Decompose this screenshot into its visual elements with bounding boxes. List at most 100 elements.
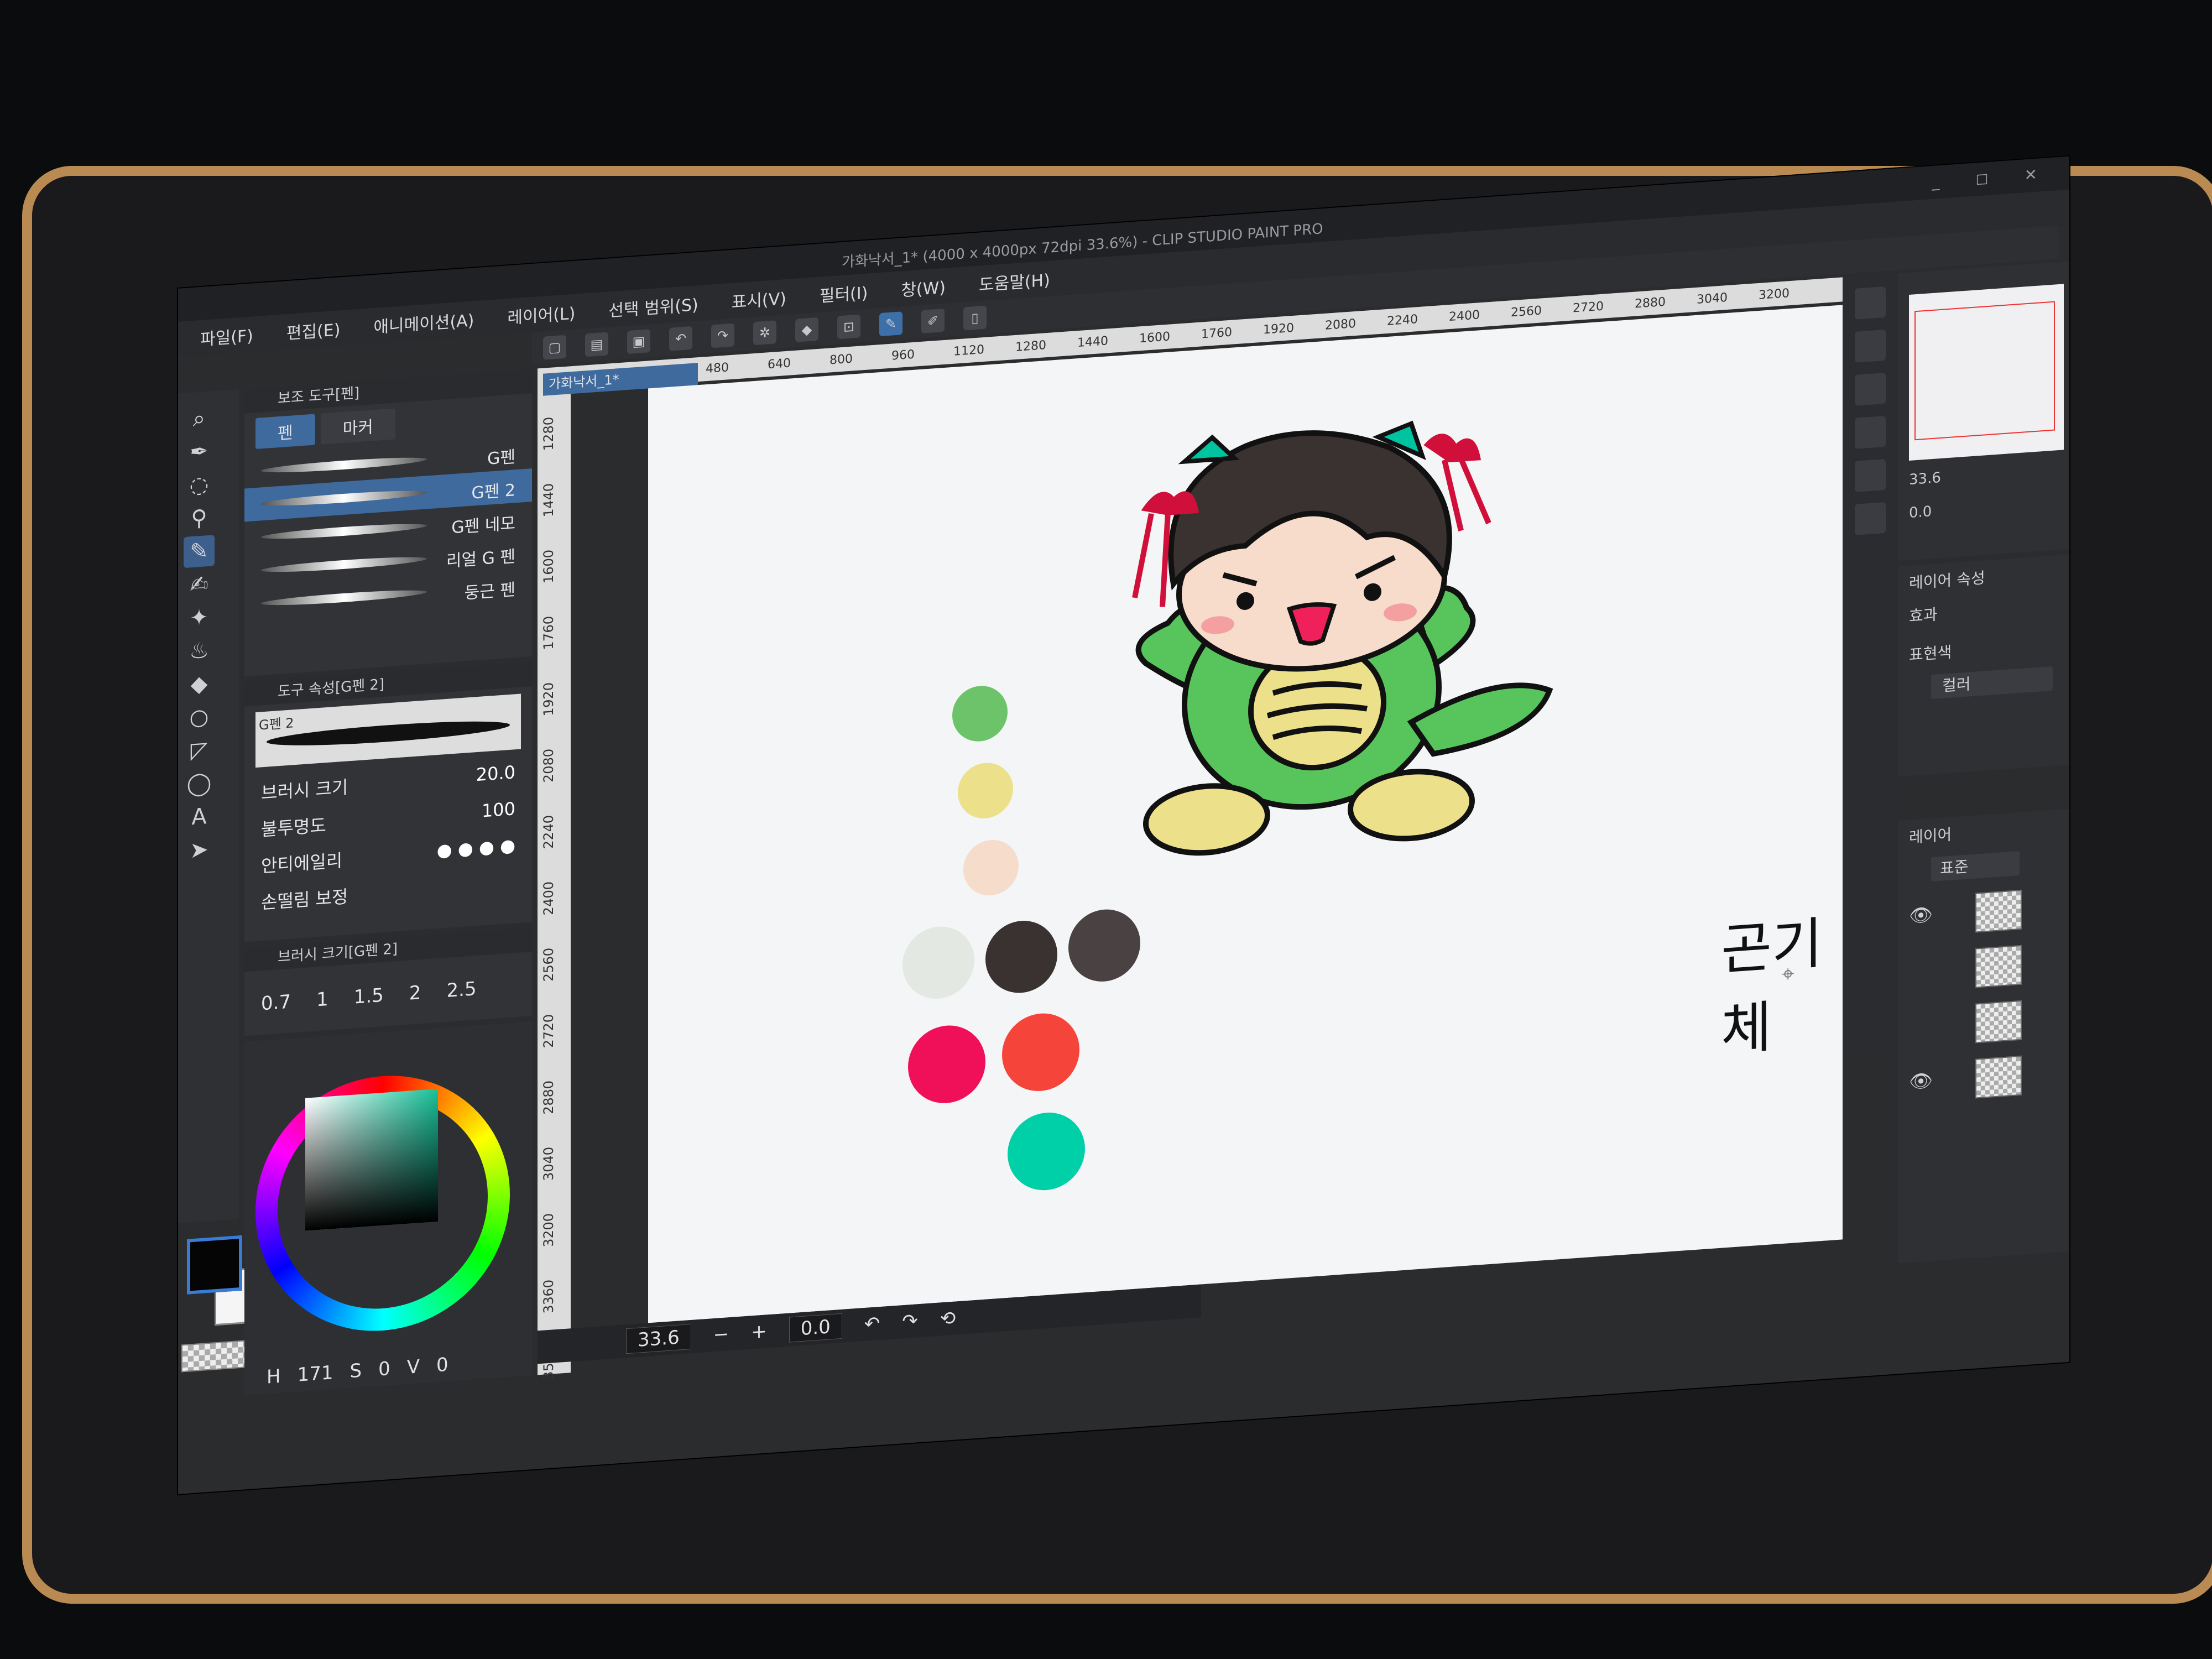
ruler-tick: 1760 xyxy=(1201,325,1232,342)
rotate-left-icon[interactable]: ↶ xyxy=(864,1312,880,1335)
blend-mode-select[interactable]: 표준 xyxy=(1931,851,2020,882)
brush-size-preset[interactable]: 1 xyxy=(316,988,328,1011)
eyedropper-tool-icon[interactable]: ✒ xyxy=(184,435,215,468)
lasso-tool-icon[interactable]: ◌ xyxy=(184,468,215,502)
ruler-tick: 3360 xyxy=(541,1279,556,1314)
brush-list: G펜 G펜 2 G펜 네모 리얼 G 펜 둥근 펜 xyxy=(244,435,532,621)
brush-label: 리얼 G 펜 xyxy=(446,547,515,571)
layer-row[interactable]: 👁 xyxy=(1898,883,2069,940)
zoom-out-button[interactable]: − xyxy=(713,1323,729,1346)
history-icon[interactable] xyxy=(1855,415,1886,449)
shape-tool-icon[interactable]: ○ xyxy=(184,701,215,734)
zoom-tool-icon[interactable]: ⌕ xyxy=(184,402,215,435)
operation-tool-icon[interactable]: ➤ xyxy=(184,833,215,867)
eye-icon[interactable]: 👁 xyxy=(1909,1070,1933,1093)
ruler-tick: 2080 xyxy=(1325,316,1356,333)
sparkle-tool-icon[interactable]: ✦ xyxy=(184,601,215,634)
brush-preview-label: G펜 2 xyxy=(259,715,294,733)
tab-marker[interactable]: 마커 xyxy=(320,408,395,445)
dropper-tool-icon[interactable]: ⚲ xyxy=(184,502,215,535)
brush-size-preset[interactable]: 2 xyxy=(409,982,421,1005)
right-dock-icons xyxy=(1843,273,1898,1052)
new-file-icon[interactable]: ▢ xyxy=(543,335,566,360)
frame-tool-icon[interactable]: ◸ xyxy=(184,734,215,767)
redo-icon[interactable]: ↷ xyxy=(711,323,734,348)
fill-icon[interactable]: ◆ xyxy=(795,317,818,342)
palette-dot xyxy=(1002,1010,1079,1094)
opacity-value[interactable]: 100 xyxy=(482,798,515,826)
rotate-right-icon[interactable]: ↷ xyxy=(902,1310,918,1333)
zoom-in-button[interactable]: + xyxy=(751,1320,767,1343)
device-icon[interactable]: ▯ xyxy=(963,305,987,331)
ruler-tick: 1600 xyxy=(541,549,556,584)
layer-panel: 레이어 표준 👁 👁 xyxy=(1898,808,2069,1264)
material-icon[interactable] xyxy=(1855,372,1886,406)
navigator-zoom[interactable]: 33.6 xyxy=(1909,469,1941,488)
drawing-canvas[interactable]: 곤기체 ⌖ xyxy=(648,305,1843,1323)
pencil-mode-icon[interactable]: ✐ xyxy=(921,308,945,333)
pen-mode-icon[interactable]: ✎ xyxy=(879,311,902,337)
open-file-icon[interactable]: ▤ xyxy=(585,332,608,357)
navigator-icon[interactable] xyxy=(1855,286,1886,320)
layer-row[interactable]: 👁 xyxy=(1898,1049,2069,1105)
ruler-tick: 1440 xyxy=(1077,334,1108,351)
tab-pen[interactable]: 펜 xyxy=(255,414,315,450)
navigator-angle[interactable]: 0.0 xyxy=(1909,503,1932,521)
eye-icon[interactable]: 👁 xyxy=(1909,904,1933,927)
menu-selection[interactable]: 선택 범위(S) xyxy=(608,291,698,321)
menu-view[interactable]: 표시(V) xyxy=(732,285,786,313)
hue-value: 171 xyxy=(297,1361,333,1386)
brush-size-value[interactable]: 20.0 xyxy=(476,761,515,790)
palette-dot xyxy=(952,684,1008,743)
palette-dot xyxy=(902,924,974,1001)
brush-size-panel: 브러시 크기[G펜 2] 0.7 1 1.5 2 2.5 xyxy=(244,927,532,1036)
menu-edit[interactable]: 편집(E) xyxy=(286,316,341,344)
balloon-tool-icon[interactable]: ◯ xyxy=(184,767,215,800)
menu-help[interactable]: 도움말(H) xyxy=(979,267,1050,296)
saturation-value-square[interactable] xyxy=(305,1088,438,1231)
antialias-options-icon[interactable]: ● ● ● ● xyxy=(437,834,515,865)
brush-size-preset[interactable]: 0.7 xyxy=(261,991,291,1015)
ruler-tick: 1440 xyxy=(541,482,556,518)
brush-label: G펜 네모 xyxy=(451,514,515,538)
menu-layer[interactable]: 레이어(L) xyxy=(507,300,575,329)
menu-file[interactable]: 파일(F) xyxy=(200,322,253,350)
reset-rotation-icon[interactable]: ⟲ xyxy=(940,1307,956,1331)
tool-property-panel: 도구 속성[G펜 2] G펜 2 브러시 크기 20.0 불투명도 100 안티… xyxy=(244,662,532,942)
menu-animation[interactable]: 애니메이션(A) xyxy=(373,306,474,338)
item-bank-icon[interactable] xyxy=(1855,458,1886,492)
brush-tool-icon[interactable]: ✍ xyxy=(184,568,215,601)
settings-icon[interactable]: ✲ xyxy=(753,320,776,346)
ruler-tick: 1760 xyxy=(541,615,556,650)
transform-icon[interactable]: ⊡ xyxy=(837,314,860,340)
expression-color-select[interactable]: 컬러 xyxy=(1931,666,2053,700)
pen-tool-icon[interactable]: ✎ xyxy=(184,535,215,568)
zoom-field[interactable]: 33.6 xyxy=(626,1323,691,1354)
ruler-tick: 1120 xyxy=(953,342,984,359)
stabilization-label: 손떨림 보정 xyxy=(261,886,348,914)
window-controls[interactable]: _ ◻ ✕ xyxy=(1932,164,2053,191)
fill-tool-icon[interactable]: ◆ xyxy=(184,667,215,701)
subview-icon[interactable] xyxy=(1855,329,1886,363)
palette-dot xyxy=(908,1022,985,1106)
save-icon[interactable]: ▣ xyxy=(627,329,650,354)
main-color-swatch[interactable] xyxy=(187,1235,242,1295)
layer-row[interactable] xyxy=(1898,938,2069,995)
search-icon[interactable] xyxy=(1855,502,1886,535)
text-tool-icon[interactable]: A xyxy=(184,800,215,833)
blend-tool-icon[interactable]: ♨ xyxy=(184,634,215,667)
layer-thumbnail xyxy=(1975,1000,2022,1044)
undo-icon[interactable]: ↶ xyxy=(669,326,692,351)
menu-window[interactable]: 창(W) xyxy=(901,274,946,301)
vertical-ruler: 1280 1440 1600 1760 1920 2080 2240 2400 2560 2720… xyxy=(538,366,571,1380)
ruler-tick: 2880 xyxy=(541,1079,556,1115)
menu-filter[interactable]: 필터(I) xyxy=(820,279,868,307)
hsv-readout: H 171 S 0 V 0 xyxy=(267,1354,448,1389)
ruler-tick: 3200 xyxy=(1759,286,1790,303)
rotation-field[interactable]: 0.0 xyxy=(789,1313,842,1343)
brush-size-preset[interactable]: 1.5 xyxy=(354,984,384,1009)
navigator-viewport[interactable] xyxy=(1914,301,2055,441)
brush-size-preset[interactable]: 2.5 xyxy=(446,978,476,1002)
layer-row[interactable] xyxy=(1898,994,2069,1050)
brush-preview: G펜 2 xyxy=(255,693,521,768)
